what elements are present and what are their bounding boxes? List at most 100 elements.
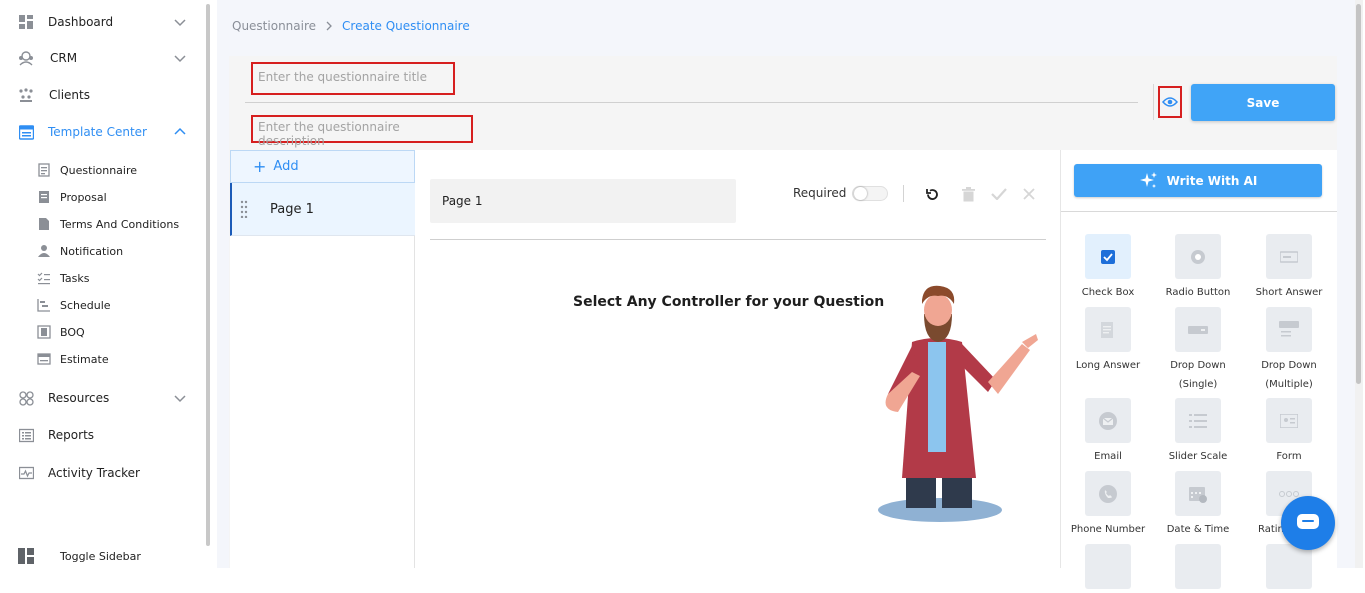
- drag-handle-icon[interactable]: [240, 200, 248, 218]
- sidebar-subitem-label: Schedule: [60, 298, 111, 312]
- add-page-button[interactable]: + Add: [230, 150, 415, 183]
- questionnaire-description-input[interactable]: Enter the questionnaire description: [251, 115, 473, 148]
- control-slider-scale[interactable]: Slider Scale: [1153, 398, 1243, 466]
- page-list-item[interactable]: Page 1: [230, 183, 415, 236]
- form-icon: [1266, 398, 1312, 443]
- trash-icon[interactable]: [959, 185, 977, 203]
- control-label-sub: (Multiple): [1265, 379, 1313, 390]
- sidebar-item-dashboard[interactable]: Dashboard: [18, 10, 188, 34]
- toggle-sidebar-label: Toggle Sidebar: [60, 549, 141, 563]
- control-label: Long Answer: [1075, 360, 1141, 371]
- questionnaire-title-input[interactable]: Enter the questionnaire title: [251, 62, 455, 95]
- required-label: Required: [793, 186, 847, 200]
- clients-icon: [18, 87, 34, 103]
- select-controller-prompt: Select Any Controller for your Question: [573, 294, 885, 310]
- estimate-icon: [37, 352, 51, 366]
- toolbar-divider: [903, 185, 904, 202]
- control-check-box[interactable]: Check Box: [1063, 234, 1153, 302]
- add-page-label: Add: [273, 159, 299, 174]
- control-label: Radio Button: [1165, 287, 1231, 298]
- scrollbar-thumb[interactable]: [1356, 4, 1361, 384]
- document-icon: [37, 217, 51, 231]
- control-label: Phone Number: [1070, 524, 1146, 535]
- sidebar-subitem-tasks[interactable]: Tasks: [37, 268, 89, 288]
- sidebar-item-reports[interactable]: Reports: [18, 423, 188, 447]
- sidebar-subitem-notification[interactable]: Notification: [37, 241, 123, 261]
- reset-icon[interactable]: [923, 185, 941, 203]
- control-radio-button[interactable]: Radio Button: [1153, 234, 1243, 302]
- chat-icon: [1297, 514, 1319, 529]
- sidebar-subitem-label: BOQ: [60, 325, 85, 339]
- sidebar-scrollbar[interactable]: [206, 4, 210, 546]
- boq-icon: [37, 325, 51, 339]
- control-label: Date & Time: [1166, 524, 1230, 535]
- control-label: Email: [1094, 451, 1122, 462]
- control-label: Slider Scale: [1168, 451, 1228, 462]
- control-drop-down-multiple[interactable]: Drop Down (Multiple): [1244, 307, 1334, 394]
- control-phone-number[interactable]: Phone Number: [1063, 471, 1153, 539]
- control-email[interactable]: Email: [1063, 398, 1153, 466]
- control-more[interactable]: [1244, 544, 1334, 593]
- sidebar-subitem-boq[interactable]: BOQ: [37, 322, 85, 342]
- long-answer-icon: [1085, 307, 1131, 352]
- control-label: Short Answer: [1255, 287, 1323, 298]
- radio-icon: [1175, 234, 1221, 279]
- control-short-answer[interactable]: Short Answer: [1244, 234, 1334, 302]
- editor-divider: [430, 239, 1046, 240]
- sidebar-subitem-proposal[interactable]: Proposal: [37, 187, 107, 207]
- dots-icon: [1175, 544, 1221, 589]
- chat-support-button[interactable]: [1281, 496, 1335, 550]
- list-icon: [1266, 544, 1312, 589]
- control-long-answer[interactable]: Long Answer: [1063, 307, 1153, 375]
- sidebar-item-template-center[interactable]: Template Center: [18, 120, 188, 144]
- save-button[interactable]: Save: [1191, 84, 1335, 121]
- breadcrumb: Questionnaire Create Questionnaire: [232, 19, 470, 33]
- controls-divider: [1061, 211, 1337, 212]
- pointing-man-illustration: [878, 285, 1038, 522]
- short-answer-icon: [1266, 234, 1312, 279]
- required-toggle[interactable]: [852, 186, 888, 201]
- chevron-right-icon: [326, 21, 332, 31]
- sidebar-subitem-estimate[interactable]: Estimate: [37, 349, 109, 369]
- sidebar-item-crm[interactable]: CRM: [18, 46, 188, 70]
- dropdown-multi-icon: [1266, 307, 1312, 352]
- write-with-ai-button[interactable]: Write With AI: [1074, 164, 1322, 197]
- page-name-input[interactable]: Page 1: [430, 179, 736, 223]
- control-form[interactable]: Form: [1244, 398, 1334, 466]
- email-icon: [1085, 398, 1131, 443]
- resources-icon: [18, 390, 34, 406]
- sidebar-subitem-terms[interactable]: Terms And Conditions: [37, 214, 179, 234]
- sidebar-item-activity-tracker[interactable]: Activity Tracker: [18, 461, 188, 485]
- sidebar-item-clients[interactable]: Clients: [18, 83, 188, 107]
- sidebar-item-label: Clients: [49, 88, 90, 102]
- sidebar-item-resources[interactable]: Resources: [18, 386, 188, 410]
- sidebar-subitem-schedule[interactable]: Schedule: [37, 295, 111, 315]
- control-more[interactable]: [1063, 544, 1153, 593]
- layout-icon: [18, 548, 34, 564]
- close-icon[interactable]: [1020, 185, 1038, 203]
- check-icon[interactable]: [990, 185, 1008, 203]
- page-scrollbar[interactable]: [1355, 0, 1363, 568]
- sidebar-subitem-label: Estimate: [60, 352, 109, 366]
- control-date-time[interactable]: Date & Time: [1153, 471, 1243, 539]
- dashboard-icon: [18, 14, 34, 30]
- eye-icon: [1162, 97, 1178, 107]
- sidebar-subitem-questionnaire[interactable]: Questionnaire: [37, 160, 137, 180]
- sparkle-icon: [1139, 171, 1157, 188]
- reports-icon: [18, 427, 34, 443]
- preview-button[interactable]: [1158, 86, 1182, 118]
- crm-icon: [18, 50, 34, 66]
- control-label: Check Box: [1081, 287, 1135, 298]
- control-label: Form: [1276, 451, 1302, 462]
- toggle-sidebar-button[interactable]: Toggle Sidebar: [18, 544, 188, 568]
- control-label: Drop Down: [1170, 360, 1226, 371]
- toggle-knob: [854, 187, 867, 200]
- sidebar-subitem-label: Questionnaire: [60, 163, 138, 177]
- sidebar: Dashboard CRM Clients Template Center Qu…: [0, 0, 206, 568]
- control-more[interactable]: [1153, 544, 1243, 593]
- sidebar-item-label: Template Center: [48, 125, 147, 139]
- control-label-sub: (Single): [1178, 379, 1218, 390]
- breadcrumb-parent[interactable]: Questionnaire: [232, 19, 316, 33]
- sidebar-item-label: Activity Tracker: [48, 466, 140, 480]
- control-drop-down-single[interactable]: Drop Down (Single): [1153, 307, 1243, 394]
